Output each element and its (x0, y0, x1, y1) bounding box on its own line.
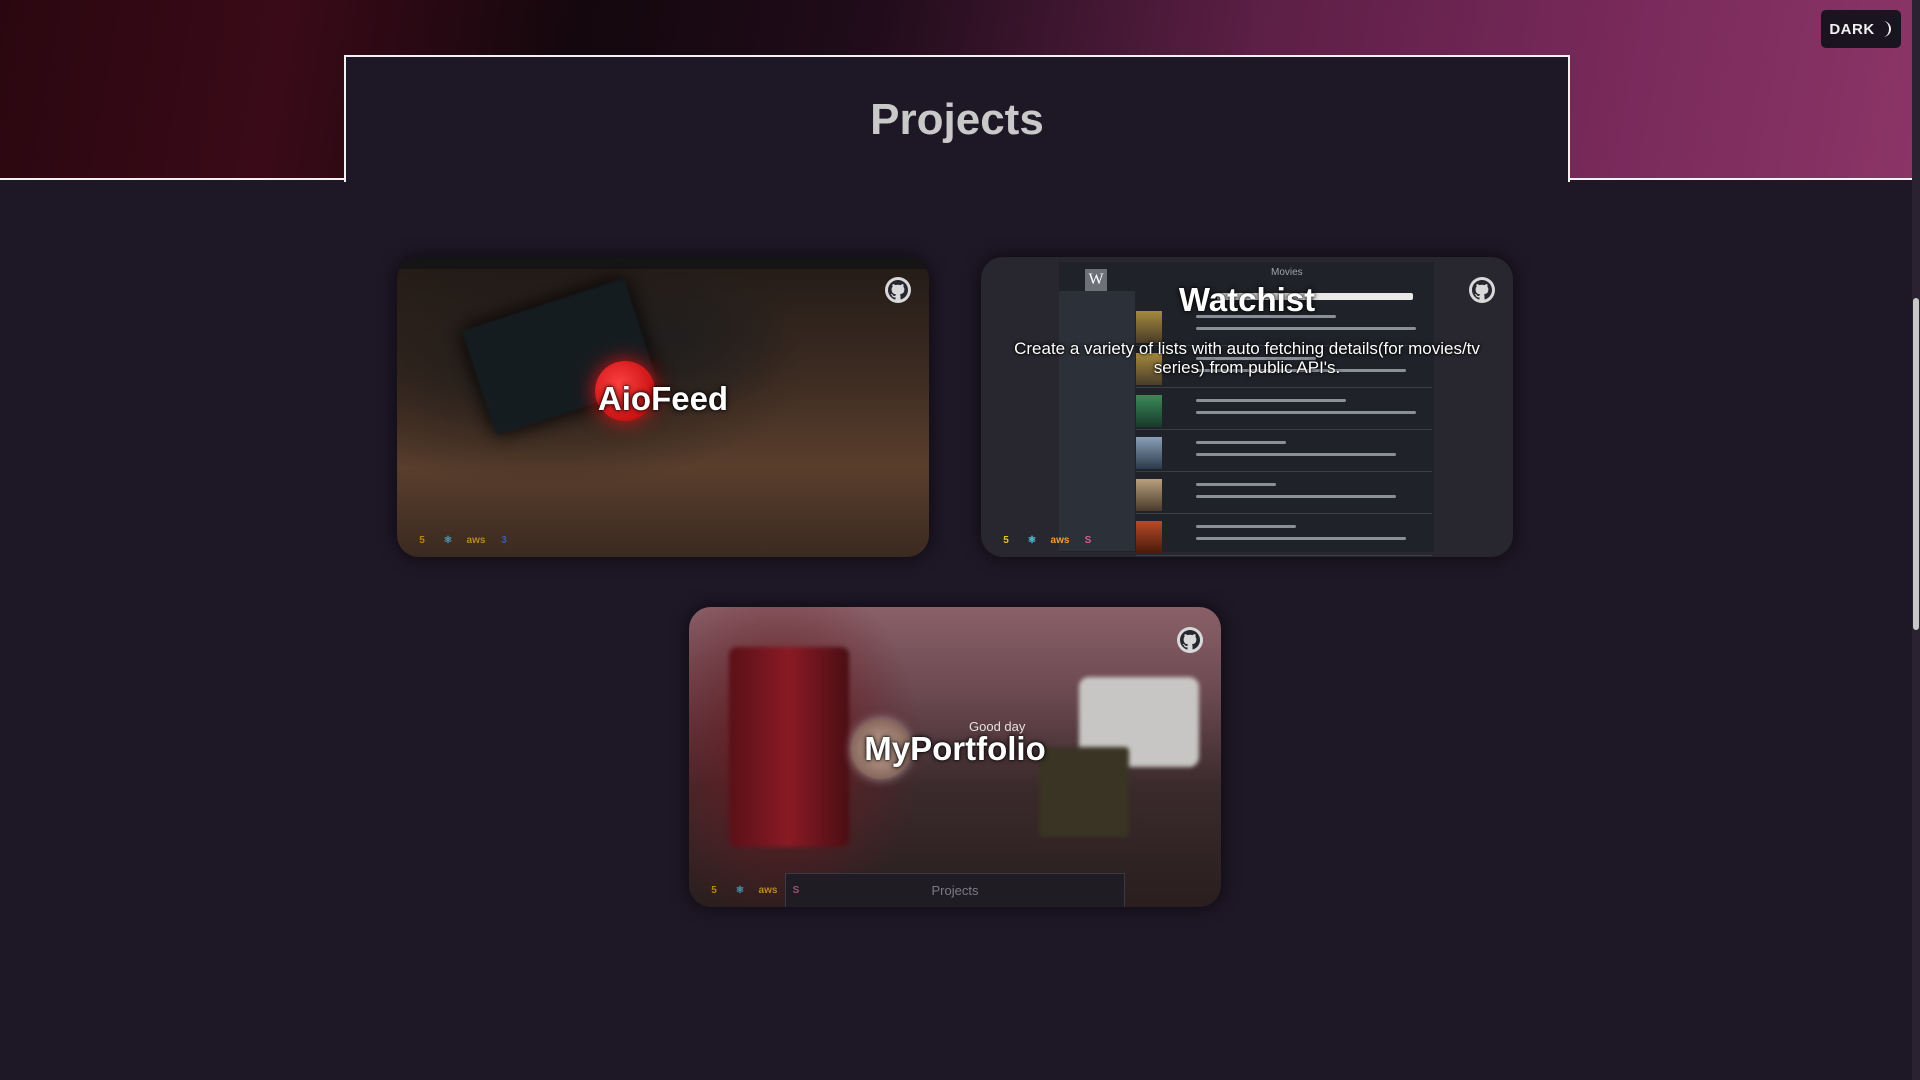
project-description: Create a variety of lists with auto fetc… (1014, 339, 1480, 377)
watchist-sidebar (1059, 291, 1135, 551)
react-icon: ⚛ (443, 534, 453, 546)
aws-icon: aws (758, 884, 778, 896)
preview-projects-panel: Projects (785, 873, 1125, 907)
watchist-list-row (1136, 433, 1432, 472)
github-icon[interactable] (1469, 277, 1495, 303)
css3-icon: 3 (501, 534, 507, 546)
github-icon[interactable] (885, 277, 911, 303)
section-header: Projects (344, 55, 1570, 182)
watchist-list-row (1136, 517, 1432, 556)
html5-icon: 5 (419, 534, 425, 546)
watchist-list-row (1136, 475, 1432, 514)
sass-icon: S (1084, 534, 1092, 546)
watchist-screen-title: Movies (1271, 267, 1303, 278)
scrollbar-thumb[interactable] (1913, 298, 1919, 630)
project-name: AioFeed (597, 380, 729, 417)
project-card-aiofeed[interactable]: AioFeed 5 ⚛ aws 3 (397, 257, 929, 557)
theme-toggle-label: DARK (1829, 20, 1875, 38)
sass-icon: S (792, 884, 800, 896)
moon-icon (1882, 21, 1891, 37)
tech-stack: 5 ⚛ aws S (705, 881, 805, 899)
aws-icon: aws (466, 534, 486, 546)
page-title: Projects (870, 95, 1044, 144)
aws-icon: aws (1050, 534, 1070, 546)
watchist-list-row (1136, 391, 1432, 430)
project-card-watchist[interactable]: W Movies Watchist Create a variety of li… (981, 257, 1513, 557)
github-icon[interactable] (1177, 627, 1203, 653)
react-icon: ⚛ (1027, 534, 1037, 546)
react-icon: ⚛ (735, 884, 745, 896)
tech-stack: 5 ⚛ aws 3 (413, 531, 513, 549)
html5-icon: 5 (1003, 534, 1009, 546)
project-name: MyPortfolio (864, 730, 1046, 767)
tech-stack: 5 ⚛ aws S (997, 531, 1097, 549)
html5-icon: 5 (711, 884, 717, 896)
project-card-myportfolio[interactable]: Good day MyPortfolio Projects 5 ⚛ aws S (689, 607, 1221, 907)
theme-toggle-button[interactable]: DARK (1821, 10, 1901, 48)
aiofeed-topbar (397, 257, 929, 269)
project-name: Watchist (1178, 281, 1316, 318)
